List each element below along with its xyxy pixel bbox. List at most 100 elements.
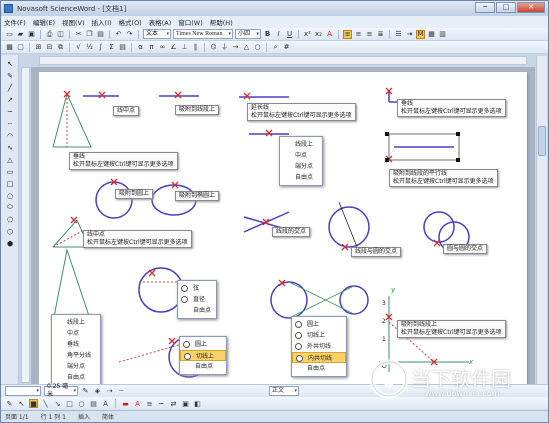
line-draw-icon[interactable]: ╲ [41, 399, 50, 408]
line-tool-icon[interactable]: ╱ [5, 83, 15, 92]
triangle-tool-icon[interactable]: △ [5, 155, 15, 164]
triangle-icon[interactable]: △ [242, 43, 251, 52]
circle-tool-icon[interactable]: ○ [5, 191, 15, 200]
hexagon-tool-icon[interactable]: ⬡ [5, 227, 15, 236]
line-color-icon[interactable]: ✎ [81, 387, 90, 396]
line-style-combo[interactable]: ▾ [5, 386, 41, 396]
new-file-icon[interactable]: ▭ [5, 30, 14, 39]
curve-tool-icon[interactable]: ∿ [5, 143, 15, 152]
document-page[interactable]: 线中点 吸附到线段上 延长线 松开鼠标左键按Ctrl键可显示更多选项 垂线 松开鼠标… [39, 72, 527, 384]
font-color-draw-icon[interactable]: A [133, 399, 142, 408]
ellipse-tool-icon[interactable]: ⬭ [5, 203, 15, 212]
undo-icon[interactable]: ↶ [114, 30, 123, 39]
rect-tool-icon[interactable]: ▭ [5, 167, 15, 176]
merge-icon[interactable]: ⧉ [56, 43, 65, 52]
menu-item-on-line[interactable]: 线段上 [280, 139, 322, 150]
ray-tool-icon[interactable]: ↗ [5, 95, 15, 104]
menu-item-tangent[interactable]: 切线上 [180, 350, 226, 361]
font-color-icon[interactable]: A [325, 30, 334, 39]
preview-icon[interactable]: ◫ [56, 30, 65, 39]
arrow-icon[interactable]: → [231, 43, 240, 52]
align-right-icon[interactable]: ≡ [365, 30, 374, 39]
insert-col-icon[interactable]: ⊟ [45, 43, 54, 52]
menu-item-free[interactable]: 自由点 [180, 361, 226, 372]
menu-item-divide[interactable]: 端分点 [280, 161, 322, 172]
menu-format[interactable]: 格式(O) [119, 17, 142, 27]
perp-icon[interactable]: ⊥ [180, 43, 189, 52]
oval-draw-icon[interactable]: ○ [77, 399, 86, 408]
open-folder-icon[interactable]: ▰ [16, 30, 25, 39]
fraction-icon[interactable]: ½ [85, 43, 94, 52]
select-arrow-icon[interactable]: ↖ [17, 399, 26, 408]
line-width-combo[interactable]: 0.25 毫米 ▾ [44, 383, 78, 398]
matrix-icon[interactable]: ▤ [118, 43, 127, 52]
superscript-icon[interactable]: x² [303, 30, 312, 39]
menu-item-midpoint[interactable]: 中点 [52, 328, 100, 339]
table-grid-icon[interactable]: ▦ [5, 43, 14, 52]
square-tool-icon[interactable]: □ [5, 179, 15, 188]
align-center-icon[interactable]: ≡ [354, 30, 363, 39]
grid-icon[interactable]: # [282, 43, 291, 52]
color-fill-icon[interactable]: ■ [29, 399, 38, 408]
shadow-icon[interactable]: ▣ [181, 399, 190, 408]
chart-icon[interactable]: ▥ [438, 30, 447, 39]
3d-icon[interactable]: ◧ [193, 399, 202, 408]
menu-file[interactable]: 文件(F) [4, 17, 26, 27]
copy-icon[interactable]: ❐ [85, 30, 94, 39]
redo-icon[interactable]: ↷ [125, 30, 134, 39]
save-icon[interactable]: ▣ [27, 30, 36, 39]
polygon-tool-icon[interactable]: ⬢ [5, 239, 15, 248]
menu-item-on-line[interactable]: 线段上 [52, 317, 100, 328]
scrollbar-thumb[interactable] [538, 126, 546, 156]
textbox-icon[interactable]: ▤ [89, 399, 98, 408]
bold-button[interactable]: B [263, 30, 272, 39]
menu-insert[interactable]: 插入(I) [92, 17, 112, 27]
pi-icon[interactable]: π [147, 43, 156, 52]
line-weight-icon[interactable]: ≡ [145, 399, 154, 408]
menu-table[interactable]: 表格(A) [149, 17, 172, 27]
font-combo[interactable]: Times New Roman ▾ [173, 29, 233, 39]
menu-item-tangent[interactable]: 切线上 [292, 330, 346, 341]
insert-row-icon[interactable]: ⊞ [34, 43, 43, 52]
chemistry-icon[interactable]: ⌬ [209, 43, 218, 52]
formula-icon[interactable]: M [416, 29, 425, 39]
justify-icon[interactable]: ≣ [376, 30, 385, 39]
menu-item-free-point[interactable]: 自由点 [178, 305, 216, 316]
arrow-style-icon[interactable]: ⇢ [105, 387, 114, 396]
maximize-button[interactable]: □ [496, 2, 516, 13]
angle-icon[interactable]: ∠ [169, 43, 178, 52]
segment-tool-icon[interactable]: ─ [5, 107, 15, 116]
circuit-icon[interactable]: ⏚ [220, 43, 229, 52]
rect-draw-icon[interactable]: □ [65, 399, 74, 408]
menu-help[interactable]: 帮助(H) [210, 17, 233, 27]
pen-icon[interactable]: ✎ [5, 71, 15, 80]
parallel-icon[interactable]: ∥ [191, 43, 200, 52]
list-icon[interactable]: ☰ [394, 30, 403, 39]
paragraph-style-combo[interactable]: 正文 ▾ [269, 386, 299, 396]
integral-icon[interactable]: ∫ [96, 43, 105, 52]
table-icon[interactable]: ▦ [427, 30, 436, 39]
menu-item-diameter[interactable]: 直径 [178, 294, 216, 305]
menu-view[interactable]: 视图(V) [62, 17, 85, 27]
menu-edit[interactable]: 编辑(E) [33, 17, 55, 27]
cut-icon[interactable]: ✂ [74, 30, 83, 39]
alpha-icon[interactable]: α [136, 43, 145, 52]
arrow-type-icon[interactable]: ⇄ [169, 399, 178, 408]
zoom-icon[interactable]: ⌕ [271, 43, 280, 52]
indent-icon[interactable]: ⇥ [405, 30, 414, 39]
line-color-icon[interactable]: ▬ [121, 399, 130, 408]
circle-icon[interactable]: ○ [253, 43, 262, 52]
close-button[interactable]: ✕ [517, 2, 545, 13]
sqrt-icon[interactable]: √ [74, 43, 83, 52]
pointer-icon[interactable]: ↖ [5, 59, 15, 68]
menu-item-free[interactable]: 自由点 [280, 172, 322, 183]
dash-style-icon[interactable]: ┄ [117, 387, 126, 396]
menu-item-inner-tangent[interactable]: 内共切线 [292, 352, 346, 363]
subscript-icon[interactable]: x₂ [314, 30, 323, 39]
menu-item-perpendicular[interactable]: 垂线 [52, 339, 100, 350]
style-combo[interactable]: 文本 ▾ [143, 29, 171, 39]
align-left-icon[interactable]: ≡ [343, 29, 352, 39]
sum-icon[interactable]: Σ [107, 43, 116, 52]
paste-icon[interactable]: ▤ [96, 30, 105, 39]
dash-draw-icon[interactable]: ┅ [157, 399, 166, 408]
